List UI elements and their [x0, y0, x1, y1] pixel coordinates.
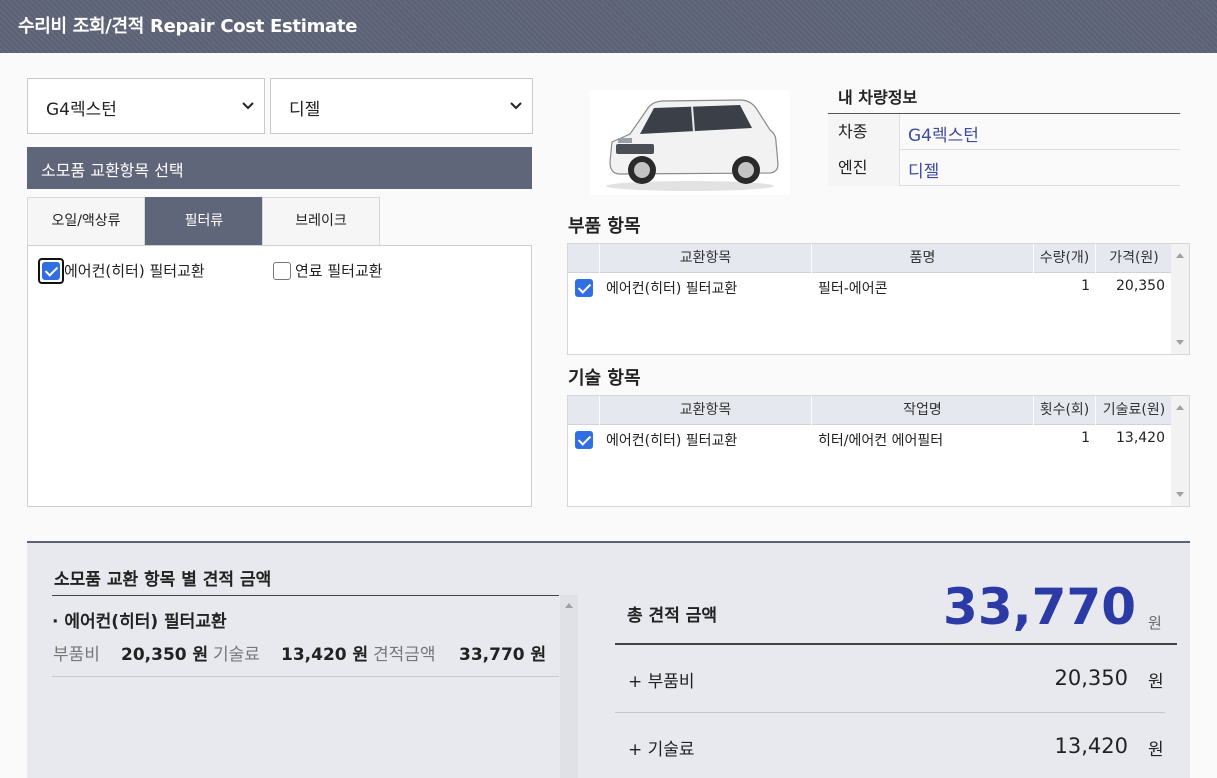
- breakdown-labor-value: 13,420: [1054, 734, 1128, 758]
- parts-header-qty: 수량(개): [1034, 244, 1096, 273]
- tab-oil[interactable]: 오일/액상류: [27, 197, 145, 245]
- labor-row-count: 1: [1081, 430, 1090, 446]
- labor-title: 기술 항목: [568, 368, 641, 389]
- scroll-up-icon[interactable]: [1176, 253, 1184, 258]
- labor-header-check: [568, 396, 600, 425]
- parts-row-checkbox[interactable]: [575, 279, 593, 297]
- fuel-filter-label: 연료 필터교환: [295, 262, 383, 280]
- divider: [52, 676, 559, 677]
- vehicle-info-key: 엔진: [828, 150, 900, 186]
- labor-header-fee: 기술료(원): [1096, 396, 1173, 425]
- tab-filter[interactable]: 필터류: [145, 197, 263, 245]
- parts-row-item: 에어컨(히터) 필터교환: [606, 281, 738, 297]
- labor-grid-header: 교환항목 작업명 횟수(회) 기술료(원): [568, 396, 1173, 425]
- divider: [615, 712, 1165, 713]
- model-select[interactable]: G4렉스턴: [27, 78, 265, 134]
- parts-row-qty: 1: [1081, 278, 1090, 294]
- vehicle-info-key: 차종: [828, 114, 900, 150]
- breakdown-labor-unit: 원: [1148, 740, 1164, 760]
- summary-labor-value: 13,420 원: [281, 645, 369, 665]
- table-row: 에어컨(히터) 필터교환 히터/에어컨 에어필터 1 13,420: [568, 426, 1173, 454]
- parts-row-price: 20,350: [1116, 278, 1165, 294]
- summary-est-label: 견적금액: [373, 645, 436, 665]
- summary-scrollbar[interactable]: [560, 595, 578, 778]
- parts-header-check: [568, 244, 600, 273]
- labor-row-fee: 13,420: [1116, 430, 1165, 446]
- chevron-down-icon: [510, 102, 522, 110]
- breakdown-labor-label: + 기술료: [628, 740, 695, 760]
- parts-grid-header: 교환항목 품명 수량(개) 가격(원): [568, 244, 1173, 273]
- summary-est-value: 33,770 원: [459, 645, 547, 665]
- breakdown-parts-value: 20,350: [1054, 666, 1128, 690]
- tab-brake[interactable]: 브레이크: [262, 197, 380, 245]
- breakdown-parts-label: + 부품비: [628, 672, 695, 692]
- fuel-filter-checkbox[interactable]: [273, 262, 291, 280]
- summary-title: 소모품 교환 항목 별 견적 금액: [54, 570, 272, 590]
- summary-labor-label: 기술료: [213, 645, 260, 665]
- parts-header-price: 가격(원): [1096, 244, 1173, 273]
- scroll-up-icon[interactable]: [565, 603, 573, 608]
- page-title: 수리비 조회/견적 Repair Cost Estimate: [18, 16, 358, 37]
- divider: [615, 643, 1177, 645]
- consumables-section-title: 소모품 교환항목 선택: [41, 161, 184, 180]
- vehicle-info-value: G4렉스턴: [908, 126, 979, 146]
- summary-item-name: · 에어컨(히터) 필터교환: [52, 612, 227, 632]
- parts-scrollbar[interactable]: [1171, 244, 1189, 354]
- scroll-up-icon[interactable]: [1176, 405, 1184, 410]
- chevron-down-icon: [242, 102, 254, 110]
- engine-select-value: 디젤: [289, 100, 321, 120]
- summary-parts-value: 20,350 원: [121, 645, 209, 665]
- summary-parts-label: 부품비: [53, 645, 100, 665]
- labor-header-name: 작업명: [812, 396, 1034, 425]
- consumables-item-box: [27, 245, 532, 507]
- labor-row-checkbox[interactable]: [575, 431, 593, 449]
- total-estimate-value: 33,770: [943, 578, 1136, 636]
- scroll-down-icon[interactable]: [1176, 492, 1184, 497]
- table-row: 에어컨(히터) 필터교환 필터-에어콘 1 20,350: [568, 274, 1173, 302]
- parts-title: 부품 항목: [568, 216, 641, 237]
- labor-grid: 교환항목 작업명 횟수(회) 기술료(원) 에어컨(히터) 필터교환 히터/에어…: [567, 395, 1190, 507]
- vehicle-image: [590, 90, 790, 195]
- vehicle-info-row: 엔진 디젤: [828, 150, 1180, 186]
- model-select-value: G4렉스턴: [46, 100, 117, 120]
- aircon-filter-checkbox[interactable]: [42, 262, 60, 280]
- scroll-down-icon[interactable]: [1176, 340, 1184, 345]
- parts-header-name: 품명: [812, 244, 1034, 273]
- labor-header-item: 교환항목: [600, 396, 812, 425]
- breakdown-parts-unit: 원: [1148, 672, 1164, 692]
- title-bar: 수리비 조회/견적 Repair Cost Estimate: [0, 0, 1217, 53]
- aircon-filter-label: 에어컨(히터) 필터교환: [64, 262, 205, 280]
- labor-row-item: 에어컨(히터) 필터교환: [606, 433, 738, 449]
- parts-grid: 교환항목 품명 수량(개) 가격(원) 에어컨(히터) 필터교환 필터-에어콘 …: [567, 243, 1190, 355]
- parts-row-name: 필터-에어콘: [818, 281, 888, 297]
- total-estimate-unit: 원: [1148, 614, 1162, 632]
- labor-header-count: 횟수(회): [1034, 396, 1096, 425]
- vehicle-info-value: 디젤: [908, 162, 940, 182]
- engine-select[interactable]: 디젤: [270, 78, 533, 134]
- labor-scrollbar[interactable]: [1171, 396, 1189, 506]
- vehicle-info-title: 내 차량정보: [838, 88, 918, 107]
- total-estimate-label: 총 견적 금액: [627, 606, 718, 626]
- vehicle-info-table: 차종 G4렉스턴 엔진 디젤: [828, 113, 1180, 186]
- consumables-section-header: 소모품 교환항목 선택: [27, 147, 532, 189]
- labor-row-name: 히터/에어컨 에어필터: [818, 433, 944, 449]
- vehicle-info-row: 차종 G4렉스턴: [828, 114, 1180, 150]
- parts-header-item: 교환항목: [600, 244, 812, 273]
